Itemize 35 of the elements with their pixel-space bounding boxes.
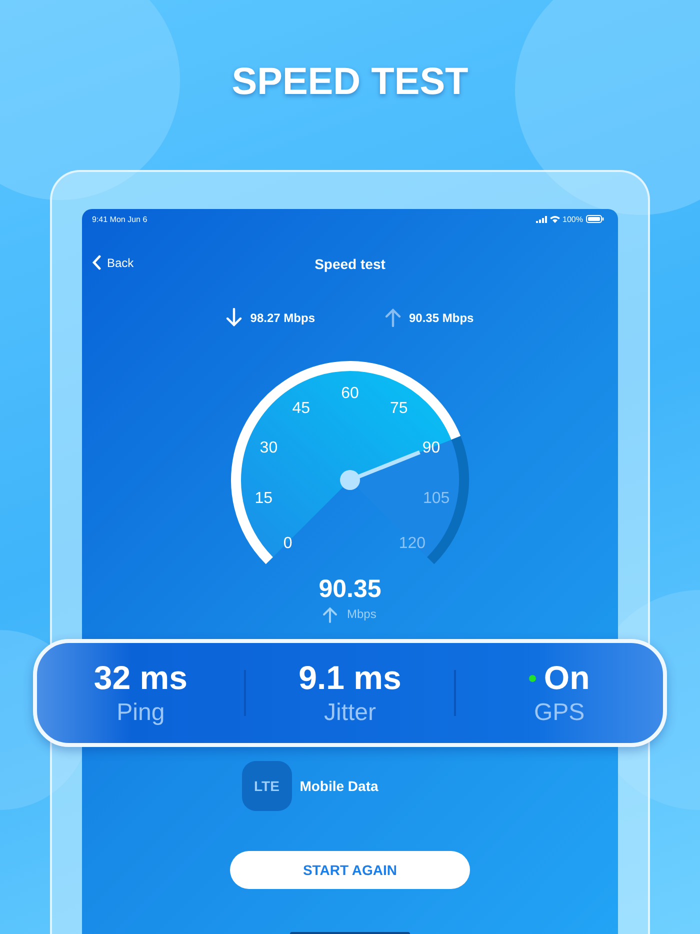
status-dot (528, 674, 536, 682)
gauge-tick-label: 30 (260, 439, 278, 456)
battery-percent: 100% (562, 214, 583, 224)
signal-icon (536, 216, 547, 222)
stat-value: 9.1 ms (298, 659, 402, 697)
gauge-tick-label: 75 (390, 400, 408, 417)
battery-icon (586, 215, 604, 223)
network-badge: LTE (242, 761, 292, 811)
speed-value: 98.27 Mbps (250, 310, 315, 324)
gauge-tick-label: 0 (283, 535, 292, 552)
start-again-button[interactable]: START AGAIN (230, 851, 470, 889)
up-arrow-icon (385, 308, 401, 327)
gauge-tick-label: 120 (398, 535, 426, 552)
headline: SPEED TEST (232, 60, 468, 105)
stat-label: GPS (534, 699, 585, 727)
gauge-tick-label: 105 (422, 490, 450, 508)
gauge-tick-label: 90 (422, 439, 440, 456)
stat-label: Ping (116, 699, 165, 727)
speed-reading: 90.35 (318, 575, 382, 603)
speed-value: 90.35 Mbps (409, 310, 474, 324)
up-arrow-icon (323, 607, 337, 623)
network-label: Mobile Data (300, 778, 378, 794)
gauge-tick-label: 45 (292, 400, 310, 417)
stat-label: Jitter (324, 699, 376, 727)
gauge-tick-label: 60 (341, 385, 359, 402)
stat-value: On (544, 659, 590, 697)
screen-title: Speed test (314, 256, 386, 272)
speed-unit: Mbps (347, 607, 376, 621)
back-button[interactable]: Back (92, 255, 134, 270)
chevron-left-icon (92, 255, 101, 270)
status-time: 9:41 Mon Jun 6 (92, 214, 148, 224)
gauge-tick-label: 15 (254, 490, 273, 508)
down-arrow-icon (226, 308, 242, 327)
wifi-icon (550, 215, 560, 223)
stat-value: 32 ms (94, 659, 188, 697)
